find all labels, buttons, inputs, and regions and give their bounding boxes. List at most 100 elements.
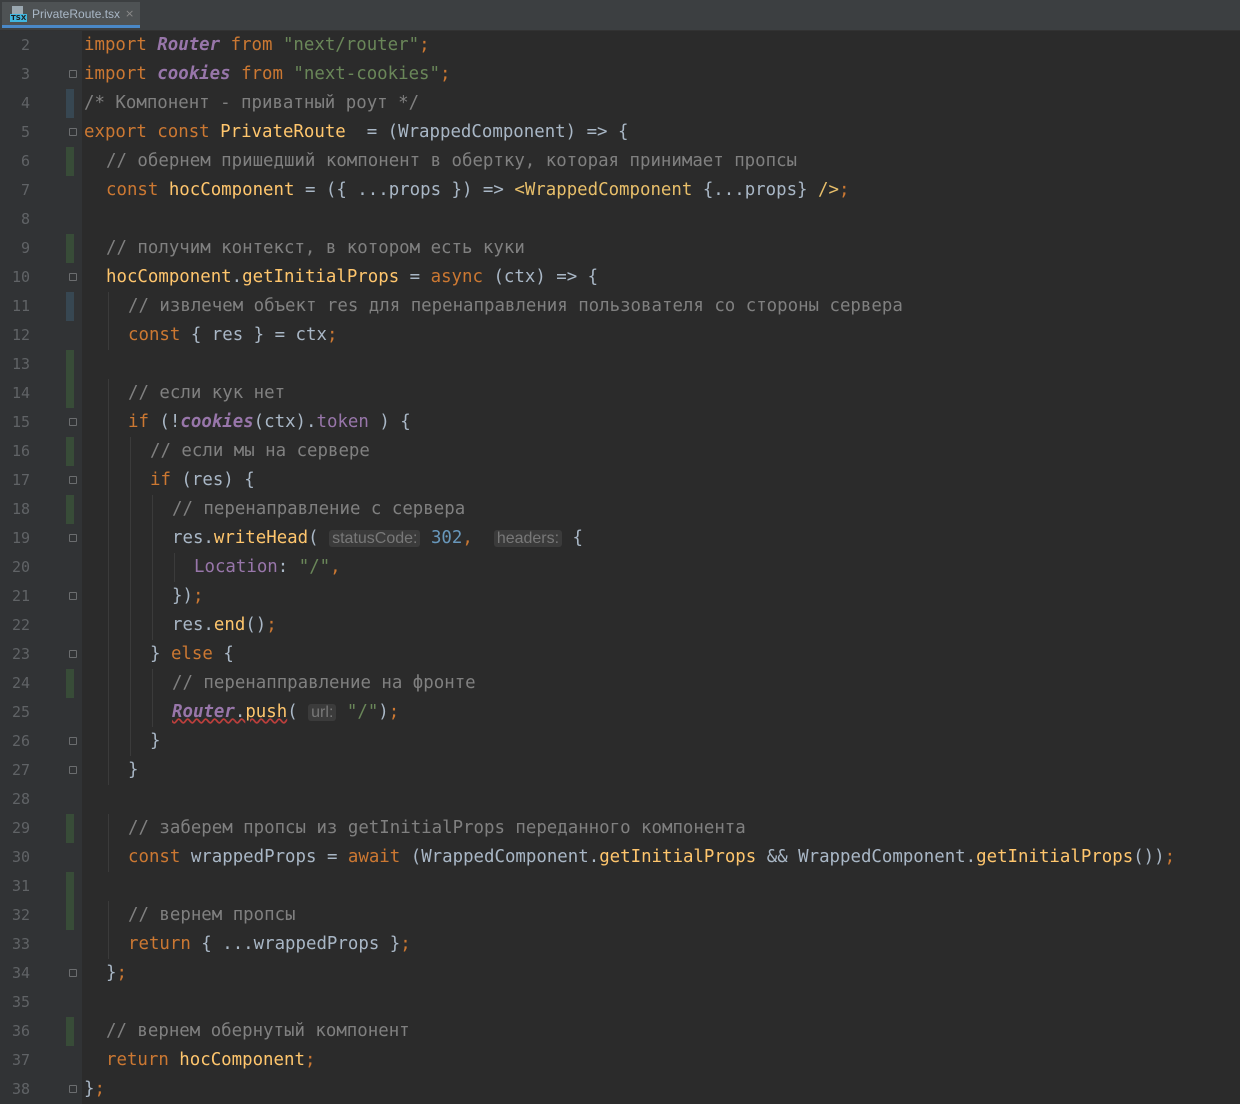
fold-end-icon[interactable] [68, 1083, 78, 1095]
vcs-added-marker[interactable] [66, 669, 74, 698]
code-text[interactable]: return hocComponent; [106, 1046, 315, 1075]
fold-end-icon[interactable] [68, 967, 78, 979]
vcs-added-marker[interactable] [66, 234, 74, 263]
close-icon[interactable]: × [125, 7, 134, 20]
code-text[interactable]: import Router from "next/router"; [84, 31, 430, 60]
code-text[interactable]: } [128, 756, 138, 785]
fold-end-icon[interactable] [68, 735, 78, 747]
fold-end-icon[interactable] [68, 68, 78, 80]
vcs-modified-marker[interactable] [66, 89, 74, 118]
fold-expand-icon[interactable] [68, 416, 78, 428]
vcs-added-marker[interactable] [66, 437, 74, 466]
code-line[interactable]: 4 /* Компонент - приватный роут */ [0, 89, 1240, 118]
fold-expand-icon[interactable] [68, 126, 78, 138]
code-text[interactable]: Router.push( url: "/"); [172, 698, 399, 727]
vcs-added-marker[interactable] [66, 495, 74, 524]
code-line[interactable]: 15 if (!cookies(ctx).token ) { [0, 408, 1240, 437]
code-text[interactable]: import cookies from "next-cookies"; [84, 60, 451, 89]
code-line[interactable]: 33 return { ...wrappedProps }; [0, 930, 1240, 959]
code-line[interactable]: 16 // если мы на сервере [0, 437, 1240, 466]
code-line[interactable]: 28 [0, 785, 1240, 814]
code-text[interactable]: if (res) { [150, 466, 255, 495]
code-text[interactable]: const { res } = ctx; [128, 321, 337, 350]
vcs-modified-marker[interactable] [66, 292, 74, 321]
code-text[interactable]: const hocComponent = ({ ...props }) => <… [106, 176, 849, 205]
tab-private-route[interactable]: TSX PrivateRoute.tsx × [2, 2, 140, 28]
code-text[interactable]: hocComponent.getInitialProps = async (ct… [106, 263, 598, 292]
vcs-added-marker[interactable] [66, 814, 74, 843]
code-line[interactable]: 9 // получим контекст, в котором есть кук… [0, 234, 1240, 263]
code-line[interactable]: 23} else { [0, 640, 1240, 669]
fold-expand-icon[interactable] [68, 474, 78, 486]
code-text[interactable]: /* Компонент - приватный роут */ [84, 89, 419, 118]
code-editor[interactable]: 2 import Router from "next/router"; 3 impor… [0, 31, 1240, 1104]
code-text[interactable]: Location: "/", [194, 553, 341, 582]
code-line[interactable]: 13 [0, 350, 1240, 379]
code-text[interactable]: // вернем пропсы [128, 901, 296, 930]
code-line[interactable]: 25 Router.push( url: "/"); [0, 698, 1240, 727]
code-text[interactable]: // получим контекст, в котором есть куки [106, 234, 525, 263]
code-token: async [430, 267, 494, 287]
code-line[interactable]: 26} [0, 727, 1240, 756]
code-text[interactable]: return { ...wrappedProps }; [128, 930, 411, 959]
code-line[interactable]: 19 res.writeHead( statusCode: 302, header… [0, 524, 1240, 553]
code-line[interactable]: 12 const { res } = ctx; [0, 321, 1240, 350]
code-line[interactable]: 34}; [0, 959, 1240, 988]
code-line[interactable]: 17 if (res) { [0, 466, 1240, 495]
code-text[interactable]: res.writeHead( statusCode: 302, headers:… [172, 524, 583, 553]
vcs-added-marker[interactable] [66, 379, 74, 408]
code-line[interactable]: 38}; [0, 1075, 1240, 1104]
code-text[interactable]: if (!cookies(ctx).token ) { [128, 408, 411, 437]
vcs-added-marker[interactable] [66, 350, 74, 379]
vcs-added-marker[interactable] [66, 901, 74, 930]
code-text[interactable]: // если мы на сервере [150, 437, 370, 466]
code-text[interactable]: }; [84, 1075, 105, 1104]
code-text[interactable]: // перенаправление с сервера [172, 495, 465, 524]
code-line[interactable]: 8 [0, 205, 1240, 234]
vcs-added-marker[interactable] [66, 147, 74, 176]
code-line[interactable]: 7 const hocComponent = ({ ...props }) => … [0, 176, 1240, 205]
code-line[interactable]: 11 // извлечем объект res для перенаправл… [0, 292, 1240, 321]
code-line[interactable]: 6 // обернем пришедший компонент в обертк… [0, 147, 1240, 176]
fold-end-icon[interactable] [68, 764, 78, 776]
code-text[interactable]: // заберем пропсы из getInitialProps пер… [128, 814, 746, 843]
fold-expand-icon[interactable] [68, 271, 78, 283]
fold-end-icon[interactable] [68, 590, 78, 602]
code-text[interactable]: // перенаппрaвление на фронте [172, 669, 476, 698]
code-text[interactable]: // извлечем объект res для перенаправлен… [128, 292, 903, 321]
tab-title[interactable]: PrivateRoute.tsx [32, 7, 120, 21]
code-line[interactable]: 21}); [0, 582, 1240, 611]
code-line[interactable]: 5 export const PrivateRoute = (WrappedCom… [0, 118, 1240, 147]
code-line[interactable]: 32 // вернем пропсы [0, 901, 1240, 930]
code-text[interactable]: export const PrivateRoute = (WrappedComp… [84, 118, 628, 147]
code-line[interactable]: 30 const wrappedProps = await (WrappedCom… [0, 843, 1240, 872]
code-line[interactable]: 31 [0, 872, 1240, 901]
vcs-added-marker[interactable] [66, 872, 74, 901]
code-text[interactable]: }); [172, 582, 203, 611]
code-text[interactable]: // обернем пришедший компонент в обертку… [106, 147, 797, 176]
code-token: Location [194, 557, 278, 577]
code-text[interactable]: // вернем обернутый компонент [106, 1017, 410, 1046]
code-text[interactable]: } else { [150, 640, 234, 669]
code-line[interactable]: 29 // заберем пропсы из getInitialProps п… [0, 814, 1240, 843]
code-line[interactable]: 27} [0, 756, 1240, 785]
fold-expand-icon[interactable] [68, 648, 78, 660]
code-text[interactable]: // если кук нет [128, 379, 285, 408]
code-line[interactable]: 14 // если кук нет [0, 379, 1240, 408]
code-line[interactable]: 24 // перенаппрaвление на фронте [0, 669, 1240, 698]
code-text[interactable]: }; [106, 959, 127, 988]
code-line[interactable]: 20 Location: "/", [0, 553, 1240, 582]
code-line[interactable]: 37 return hocComponent; [0, 1046, 1240, 1075]
fold-expand-icon[interactable] [68, 532, 78, 544]
code-line[interactable]: 3 import cookies from "next-cookies"; [0, 60, 1240, 89]
code-line[interactable]: 2 import Router from "next/router"; [0, 31, 1240, 60]
code-text[interactable]: res.end(); [172, 611, 277, 640]
code-line[interactable]: 18 // перенаправление с сервера [0, 495, 1240, 524]
code-line[interactable]: 10 hocComponent.getInitialProps = async (… [0, 263, 1240, 292]
code-line[interactable]: 36 // вернем обернутый компонент [0, 1017, 1240, 1046]
code-text[interactable]: } [150, 727, 160, 756]
code-text[interactable]: const wrappedProps = await (WrappedCompo… [128, 843, 1175, 872]
code-line[interactable]: 35 [0, 988, 1240, 1017]
code-line[interactable]: 22 res.end(); [0, 611, 1240, 640]
vcs-added-marker[interactable] [66, 1017, 74, 1046]
